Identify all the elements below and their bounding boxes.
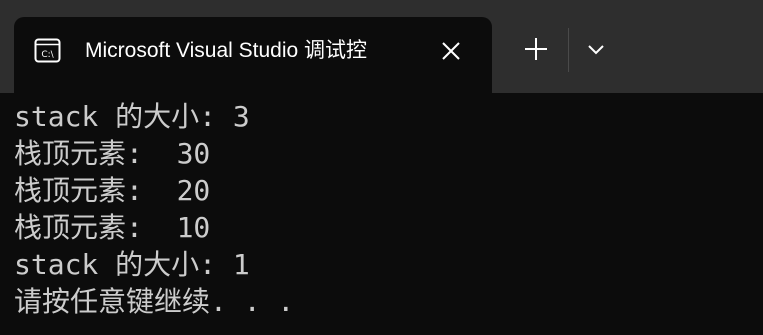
console-line: 栈顶元素: 30 (14, 137, 211, 170)
tab-debug-console[interactable]: C:\ Microsoft Visual Studio 调试控 (14, 17, 492, 93)
title-bar: C:\ Microsoft Visual Studio 调试控 (0, 0, 763, 93)
toolbar-divider (568, 28, 569, 72)
close-icon[interactable] (437, 37, 465, 65)
console-line: stack 的大小: 1 (14, 248, 250, 281)
console-line: stack 的大小: 3 (14, 100, 250, 133)
console-output: stack 的大小: 3 栈顶元素: 30 栈顶元素: 20 栈顶元素: 10 … (14, 98, 754, 328)
console-line: 请按任意键继续. . . (14, 285, 295, 318)
chevron-down-icon[interactable] (580, 34, 612, 66)
plus-icon[interactable] (519, 32, 553, 66)
svg-text:C:\: C:\ (41, 50, 54, 60)
tab-title: Microsoft Visual Studio 调试控 (85, 39, 368, 62)
terminal-window: C:\ Microsoft Visual Studio 调试控 stack 的大… (0, 0, 763, 335)
console-line: 栈顶元素: 20 (14, 174, 211, 207)
console-app-icon: C:\ (34, 37, 61, 64)
console-line: 栈顶元素: 10 (14, 211, 211, 244)
